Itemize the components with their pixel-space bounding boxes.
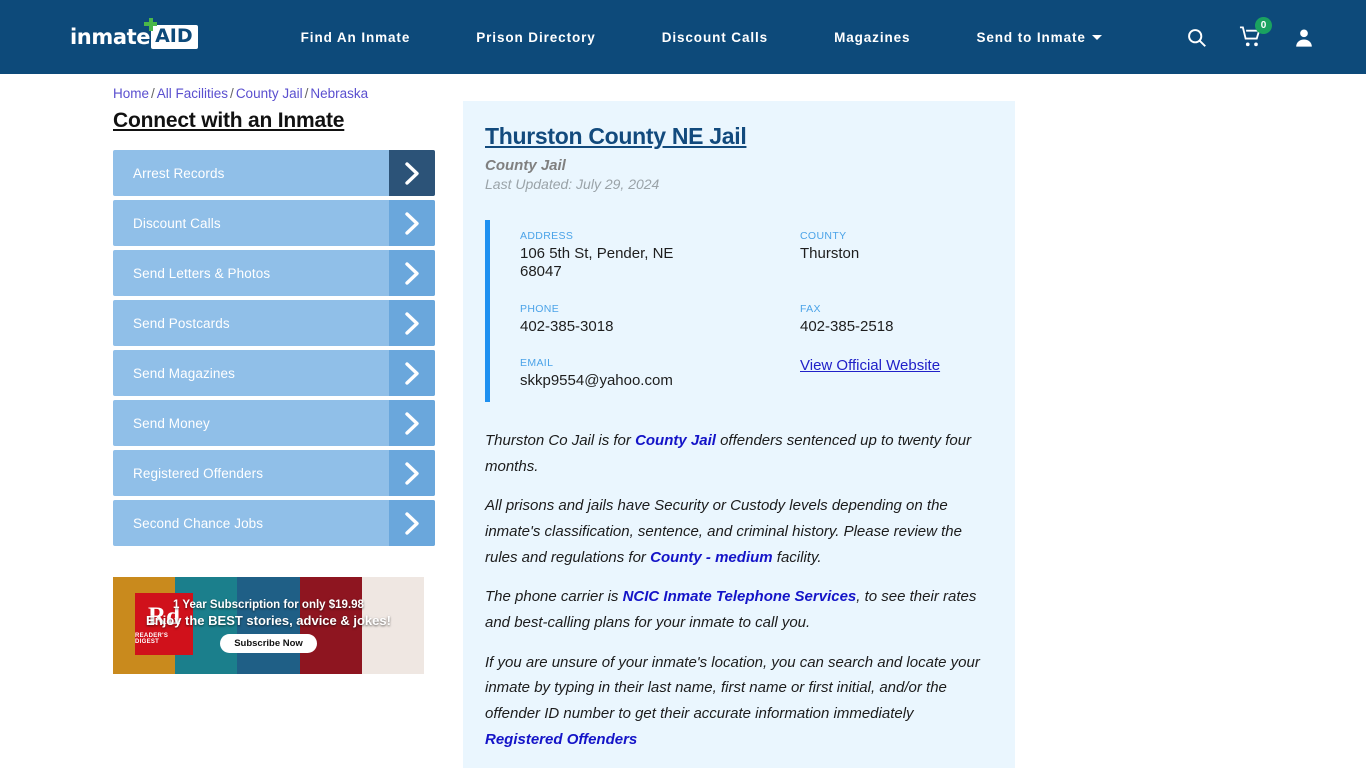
- user-account-icon[interactable]: [1294, 27, 1314, 48]
- logo-badge-text: AID: [155, 24, 193, 47]
- facility-type: County Jail: [485, 157, 566, 174]
- breadcrumb-item-all-facilities[interactable]: All Facilities: [157, 86, 228, 101]
- breadcrumb: Home / All Facilities / County Jail / Nebraska: [0, 74, 1366, 101]
- sidebar-item-label: Send Postcards: [133, 315, 230, 331]
- field-label: EMAIL: [520, 356, 554, 369]
- header-icon-group: 0: [1186, 17, 1314, 48]
- paragraph-2: All prisons and jails have Security or C…: [485, 493, 989, 570]
- logo-aid-badge: AID: [144, 17, 198, 50]
- chevron-right-icon: [389, 450, 435, 496]
- sidebar-item-label: Send Money: [133, 415, 210, 431]
- text-run: If you are unsure of your inmate's locat…: [485, 653, 980, 722]
- chevron-right-icon: [389, 150, 435, 196]
- paragraph-4: If you are unsure of your inmate's locat…: [485, 650, 989, 753]
- page-body: Connect with an Inmate Arrest Records Di…: [0, 101, 1366, 768]
- sidebar-item-label: Arrest Records: [133, 165, 225, 181]
- field-value: 402-385-3018: [520, 317, 614, 335]
- sidebar-item-label: Second Chance Jobs: [133, 515, 264, 531]
- link-registered-offenders[interactable]: Registered Offenders: [485, 731, 637, 748]
- field-fax: FAX 402-385-2518: [800, 303, 989, 336]
- field-email: EMAIL skkp9554@yahoo.com: [520, 357, 800, 390]
- site-header: inmate AID Find An Inmate Prison Directo…: [0, 0, 1366, 74]
- logo-wordmark: inmate: [70, 25, 151, 49]
- ad-line-1: 1 Year Subscription for only $19.98: [173, 598, 364, 611]
- ad-subscribe-button[interactable]: Subscribe Now: [220, 633, 317, 653]
- ad-overlay: 1 Year Subscription for only $19.98 Enjo…: [113, 577, 424, 674]
- nav-label: Discount Calls: [661, 29, 769, 45]
- field-county: COUNTY Thurston: [800, 230, 989, 282]
- breadcrumb-item-nebraska[interactable]: Nebraska: [310, 86, 368, 101]
- field-label: PHONE: [520, 302, 560, 315]
- link-ncic-inmate-telephone-services[interactable]: NCIC Inmate Telephone Services: [623, 588, 857, 605]
- chevron-right-icon: [389, 500, 435, 546]
- sidebar-item-label: Discount Calls: [133, 215, 221, 231]
- facility-card: Thurston County NE Jail County Jail Last…: [463, 101, 1015, 768]
- sidebar-item-discount-calls[interactable]: Discount Calls: [113, 200, 435, 246]
- facility-info-grid: ADDRESS 106 5th St, Pender, NE 68047 COU…: [485, 220, 989, 403]
- chevron-down-icon: [1091, 34, 1102, 40]
- link-county-jail[interactable]: County Jail: [635, 432, 716, 449]
- sidebar-item-send-postcards[interactable]: Send Postcards: [113, 300, 435, 346]
- site-logo[interactable]: inmate AID: [70, 17, 198, 52]
- facility-description: Thurston Co Jail is for County Jail offe…: [485, 428, 989, 752]
- text-run: facility.: [772, 548, 822, 566]
- field-value: 106 5th St, Pender, NE 68047: [520, 245, 674, 281]
- breadcrumb-item-county-jail[interactable]: County Jail: [236, 86, 303, 101]
- text-run: Thurston Co Jail is for: [485, 432, 636, 450]
- nav-item-prison-directory[interactable]: Prison Directory: [443, 30, 628, 45]
- sidebar-item-label: Send Magazines: [133, 365, 235, 381]
- search-icon[interactable]: [1186, 27, 1207, 48]
- chevron-right-icon: [389, 200, 435, 246]
- field-value: Thurston: [800, 245, 860, 262]
- field-label: FAX: [800, 302, 821, 315]
- paragraph-3: The phone carrier is NCIC Inmate Telepho…: [485, 584, 989, 635]
- sidebar-item-send-letters-photos[interactable]: Send Letters & Photos: [113, 250, 435, 296]
- primary-nav: Find An Inmate Prison Directory Discount…: [268, 30, 1135, 45]
- nav-label: Prison Directory: [476, 29, 596, 45]
- chevron-right-icon: [389, 350, 435, 396]
- nav-item-send-to-inmate[interactable]: Send to Inmate: [943, 30, 1134, 45]
- sidebar-item-send-magazines[interactable]: Send Magazines: [113, 350, 435, 396]
- paragraph-1: Thurston Co Jail is for County Jail offe…: [485, 428, 989, 479]
- ad-banner-readers-digest[interactable]: Rd READER'S DIGEST 1 Year Subscription f…: [113, 577, 424, 674]
- breadcrumb-separator: /: [230, 86, 234, 101]
- nav-label: Find An Inmate: [300, 29, 411, 45]
- view-official-website-link[interactable]: View Official Website: [800, 357, 940, 374]
- last-updated: Last Updated: July 29, 2024: [485, 176, 660, 192]
- nav-item-magazines[interactable]: Magazines: [801, 30, 943, 45]
- sidebar-item-label: Send Letters & Photos: [133, 265, 271, 281]
- green-cross-icon: [144, 17, 158, 31]
- sidebar-item-second-chance-jobs[interactable]: Second Chance Jobs: [113, 500, 435, 546]
- nav-label: Magazines: [834, 29, 911, 45]
- nav-item-discount-calls[interactable]: Discount Calls: [629, 30, 801, 45]
- sidebar-title: Connect with an Inmate: [113, 109, 345, 132]
- cart-count-badge: 0: [1255, 17, 1272, 34]
- ad-line-2: Enjoy the BEST stories, advice & jokes!: [146, 612, 391, 628]
- field-phone: PHONE 402-385-3018: [520, 303, 800, 336]
- text-run: The phone carrier is: [485, 588, 623, 606]
- chevron-right-icon: [389, 250, 435, 296]
- page-title: Thurston County NE Jail: [485, 123, 747, 149]
- field-value: 402-385-2518: [800, 317, 894, 335]
- sidebar: Connect with an Inmate Arrest Records Di…: [113, 101, 435, 768]
- field-website: View Official Website: [800, 357, 989, 390]
- sidebar-item-send-money[interactable]: Send Money: [113, 400, 435, 446]
- link-county-medium[interactable]: County - medium: [650, 549, 773, 566]
- nav-item-find-an-inmate[interactable]: Find An Inmate: [268, 30, 444, 45]
- chevron-right-icon: [389, 400, 435, 446]
- field-label: COUNTY: [800, 230, 847, 242]
- field-value: skkp9554@yahoo.com: [520, 371, 673, 389]
- nav-label: Send to Inmate: [976, 29, 1086, 45]
- sidebar-item-arrest-records[interactable]: Arrest Records: [113, 150, 435, 196]
- breadcrumb-separator: /: [151, 86, 155, 101]
- field-address: ADDRESS 106 5th St, Pender, NE 68047: [520, 230, 800, 282]
- chevron-right-icon: [389, 300, 435, 346]
- cart-icon[interactable]: 0: [1239, 17, 1272, 48]
- sidebar-item-registered-offenders[interactable]: Registered Offenders: [113, 450, 435, 496]
- field-label: ADDRESS: [520, 230, 574, 242]
- main-content: Thurston County NE Jail County Jail Last…: [463, 101, 1015, 768]
- sidebar-item-label: Registered Offenders: [133, 465, 264, 481]
- breadcrumb-item-home[interactable]: Home: [113, 86, 149, 101]
